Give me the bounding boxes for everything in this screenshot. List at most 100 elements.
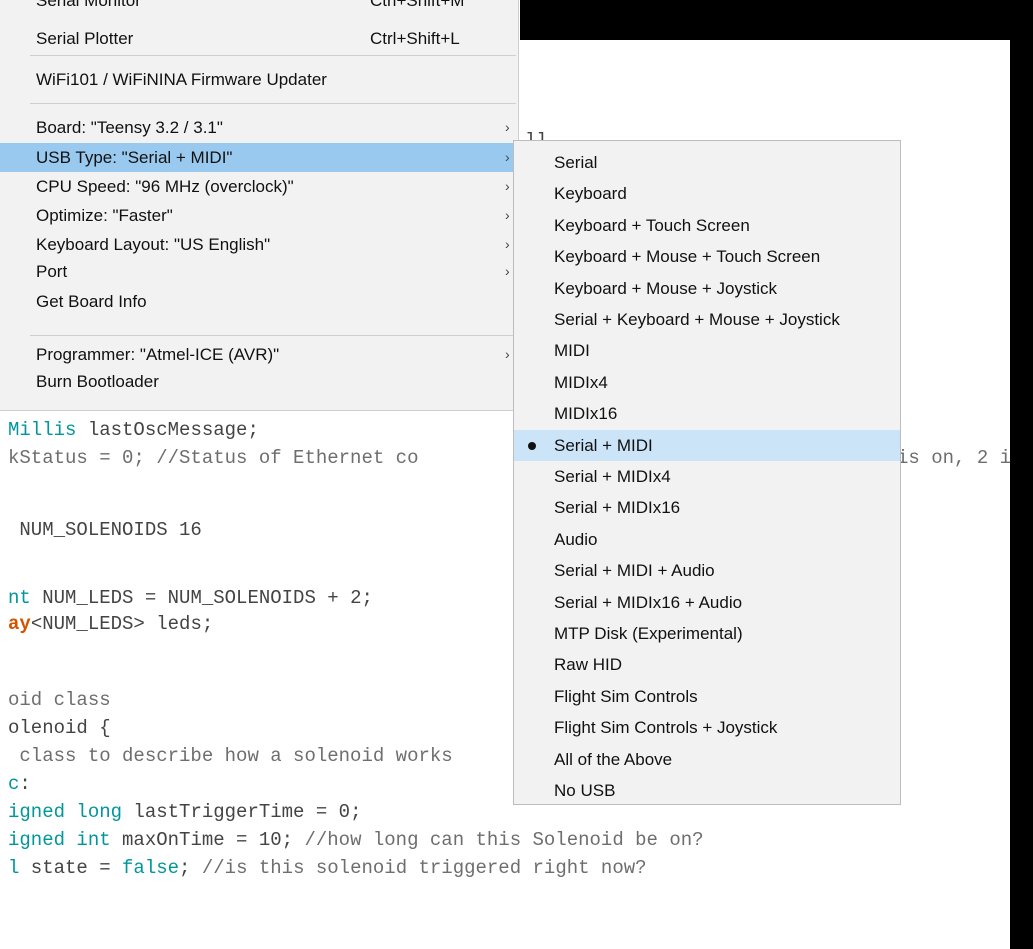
menu-item[interactable]: Burn Bootloader [0,367,518,396]
submenu-item-label: All of the Above [554,749,673,769]
menu-item[interactable]: Optimize: "Faster" › [0,201,518,230]
submenu-item-label: Serial + MIDIx16 [554,498,681,518]
menu-item[interactable]: Get Board Info [0,287,518,316]
submenu-item[interactable]: MIDI [514,335,900,366]
submenu-item[interactable]: Flight Sim Controls + Joystick [514,712,900,743]
submenu-item-label: Serial + MIDI [554,435,653,455]
menu-item-label: CPU Speed: "96 MHz (overclock)" [36,177,294,196]
menu-item-label: USB Type: "Serial + MIDI" [36,148,233,167]
code-line: oid class [8,688,111,712]
submenu-item-label: Keyboard + Mouse + Touch Screen [554,247,821,267]
code-token: oid class [8,689,111,711]
submenu-item-label: Serial + MIDIx4 [554,467,671,486]
code-token: olenoid { [8,717,111,739]
submenu-item[interactable]: All of the Above [514,744,900,775]
menu-item[interactable]: Board: "Teensy 3.2 / 3.1" › [0,113,518,142]
menu-item-label: Port [36,262,68,281]
menu-item-label: Serial Plotter [36,29,134,48]
submenu-item[interactable]: Serial [514,147,900,178]
submenu-item-label: MIDIx4 [554,372,608,392]
submenu-item-label: No USB [554,781,616,800]
submenu-item[interactable]: Keyboard + Mouse + Touch Screen [514,241,900,272]
submenu-item[interactable]: Keyboard [514,178,900,209]
submenu-item-label: Audio [554,529,598,549]
menu-item[interactable]: WiFi101 / WiFiNINA Firmware Updater [0,65,518,94]
submenu-item[interactable]: Raw HID [514,649,900,680]
usb-type-submenu: Serial Keyboard Keyboard + Touch Screen Key… [513,140,901,805]
submenu-item[interactable]: Serial + MIDI + Audio [514,555,900,586]
submenu-item-label: MTP Disk (Experimental) [554,624,743,643]
menu-item-shortcut: Ctrl+Shift+L [370,29,460,48]
submenu-item-label: Keyboard [554,184,627,204]
code-token: NUM_LEDS = NUM_SOLENOIDS + 2; [30,587,373,609]
background-dark-edge [1010,0,1033,949]
chevron-right-icon: › [505,119,510,135]
submenu-item[interactable]: MIDIx16 [514,398,900,429]
submenu-item-label: Keyboard + Touch Screen [554,215,750,235]
code-token: is on, 2 i [897,447,1012,469]
chevron-right-icon: › [505,149,510,165]
code-line: kStatus = 0; //Status of Ethernet co [8,446,418,470]
menu-separator [30,103,516,104]
menu-item-label: Programmer: "Atmel-ICE (AVR)" [36,345,280,364]
submenu-item-label: Serial + MIDIx16 + Audio [554,592,743,612]
menu-item-shortcut: Ctrl+Shift+M [370,0,465,10]
code-token: <NUM_LEDS> leds; [30,613,214,635]
code-token: nt [8,587,31,609]
submenu-item-label: Serial + MIDI + Audio [554,561,715,581]
menu-item[interactable]: Keyboard Layout: "US English" › [0,230,518,259]
submenu-item[interactable]: No USB [514,775,900,806]
submenu-item-label: Raw HID [554,655,623,675]
code-token: ; [179,857,202,879]
code-token: c [8,773,20,795]
chevron-right-icon: › [505,178,510,194]
code-token: kStatus = 0; //Status of Ethernet co [8,447,419,469]
code-line: igned int maxOnTime = 10; //how long can… [8,828,704,852]
code-line: Millis lastOscMessage; [8,418,259,442]
submenu-item-label: Flight Sim Controls [554,686,698,706]
chevron-right-icon: › [505,346,510,362]
code-token: : [19,773,31,795]
code-token: igned int [8,829,111,851]
code-token: class to describe how a solenoid works [8,745,453,767]
menu-item[interactable]: Port › [0,257,518,286]
code-line: NUM_SOLENOIDS 16 [8,518,202,542]
code-token: //how long can this Solenoid be on? [304,829,704,851]
submenu-item-label: MIDIx16 [554,404,618,424]
chevron-right-icon: › [505,207,510,223]
submenu-item[interactable]: Audio [514,524,900,555]
code-token: l [8,857,20,879]
submenu-item-label: Flight Sim Controls + Joystick [554,718,778,738]
submenu-item[interactable]: Serial + MIDIx4 [514,461,900,492]
code-token: lastTriggerTime = 0; [122,801,362,823]
menu-item-label: Optimize: "Faster" [36,206,173,225]
submenu-item[interactable]: Keyboard + Touch Screen [514,210,900,241]
submenu-item[interactable]: MTP Disk (Experimental) [514,618,900,649]
submenu-item[interactable]: MIDIx4 [514,367,900,398]
menu-item-label: Burn Bootloader [36,372,159,391]
menu-item[interactable]: Programmer: "Atmel-ICE (AVR)" › [0,340,518,369]
code-token: NUM_SOLENOIDS 16 [8,519,202,541]
menu-item-label: WiFi101 / WiFiNINA Firmware Updater [36,70,327,89]
submenu-item[interactable]: Flight Sim Controls [514,681,900,712]
code-line: c: [8,772,31,796]
submenu-item[interactable]: Keyboard + Mouse + Joystick [514,273,900,304]
menu-item-serial-monitor[interactable]: Serial Monitor Ctrl+Shift+M [0,0,518,15]
menu-separator [30,55,516,56]
submenu-item[interactable]: Serial + MIDIx16 + Audio [514,587,900,618]
submenu-item[interactable]: Serial + MIDI [514,429,900,461]
submenu-item-label: MIDI [554,341,590,361]
code-token: Millis [8,419,77,441]
chevron-right-icon: › [505,236,510,252]
menu-item[interactable]: USB Type: "Serial + MIDI" › [0,143,518,172]
code-line: igned long lastTriggerTime = 0; [8,800,361,824]
code-token: igned long [8,801,123,823]
submenu-item[interactable]: Serial + MIDIx16 [514,492,900,523]
submenu-item[interactable]: Serial + Keyboard + Mouse + Joystick [514,304,900,335]
menu-item[interactable]: CPU Speed: "96 MHz (overclock)" › [0,172,518,201]
tools-menu: Serial Monitor Ctrl+Shift+M Serial Plott… [0,0,519,411]
submenu-item-label: Keyboard + Mouse + Joystick [554,278,778,298]
code-token: false [122,857,180,879]
menu-item[interactable]: Serial Plotter Ctrl+Shift+L [0,24,518,53]
code-token: maxOnTime = 10; [110,829,305,851]
